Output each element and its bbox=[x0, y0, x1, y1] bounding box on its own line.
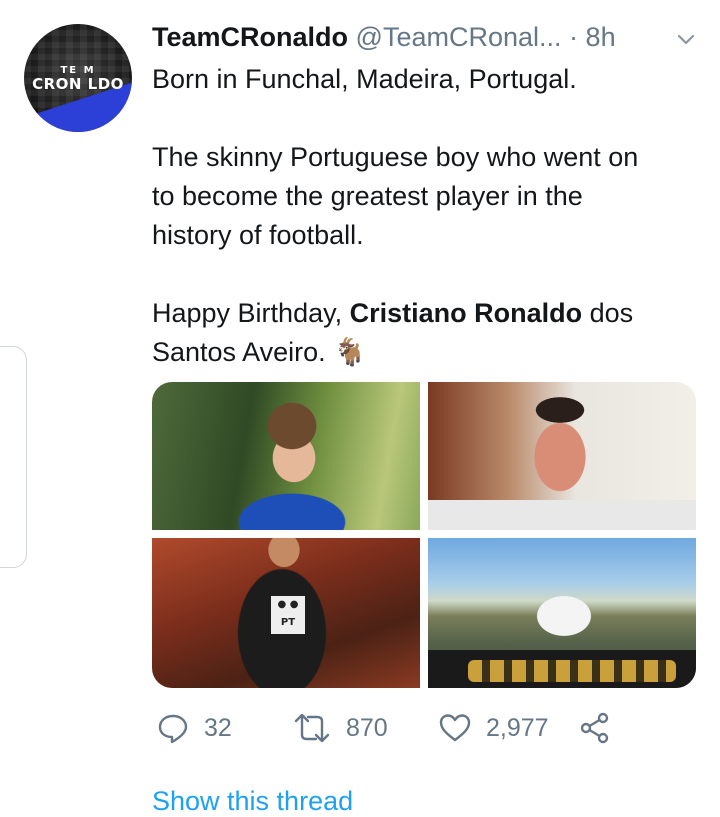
tweet-header: TeamCRonaldo @TeamCRonal... · 8h bbox=[152, 22, 702, 58]
mention-cristiano-ronaldo: Cristiano Ronaldo bbox=[349, 298, 583, 328]
tweet-text-para3-start: Happy Birthday, bbox=[152, 298, 350, 328]
tweet-actions: 32 870 2,977 bbox=[152, 708, 672, 748]
reply-count: 32 bbox=[204, 713, 232, 742]
like-button[interactable]: 2,977 bbox=[438, 708, 549, 748]
like-icon bbox=[438, 711, 472, 745]
tweet-time[interactable]: 8h bbox=[586, 22, 616, 52]
show-thread-link[interactable]: Show this thread bbox=[152, 786, 353, 817]
reply-icon bbox=[156, 711, 190, 745]
tweet-text-para2: The skinny Portuguese boy who went on to… bbox=[152, 142, 639, 250]
photo-1[interactable] bbox=[152, 382, 420, 530]
jersey-text: PT bbox=[280, 617, 296, 628]
retweet-count: 870 bbox=[346, 713, 388, 742]
reply-button[interactable]: 32 bbox=[156, 708, 232, 748]
photo-3[interactable]: ● ● PT bbox=[152, 538, 420, 688]
like-count: 2,977 bbox=[486, 713, 549, 742]
photo-4[interactable] bbox=[428, 538, 696, 688]
trophies bbox=[468, 660, 676, 682]
photo-2[interactable] bbox=[428, 382, 696, 530]
avatar-logo: TE M CRON LDO bbox=[24, 66, 132, 92]
goat-emoji: 🐐 bbox=[333, 337, 367, 367]
header-separator: · bbox=[569, 22, 579, 52]
tweet-text: Born in Funchal, Madeira, Portugal. The … bbox=[152, 60, 702, 372]
share-icon bbox=[578, 711, 612, 745]
author-handle[interactable]: @TeamCRonal... bbox=[356, 22, 562, 52]
author-name[interactable]: TeamCRonaldo bbox=[152, 22, 348, 52]
tweet-text-line1: Born in Funchal, Madeira, Portugal. bbox=[152, 64, 577, 94]
chevron-down-icon[interactable] bbox=[677, 31, 695, 49]
retweet-icon bbox=[292, 711, 332, 745]
jersey-logo: ● ● PT bbox=[271, 596, 305, 634]
avatar-logo-bottom: CRON LDO bbox=[32, 75, 124, 93]
photo-grid: ● ● PT bbox=[152, 382, 696, 688]
retweet-button[interactable]: 870 bbox=[292, 708, 388, 748]
avatar[interactable]: TE M CRON LDO bbox=[24, 24, 132, 132]
side-panel-edge bbox=[0, 346, 27, 568]
share-button[interactable] bbox=[578, 708, 612, 748]
